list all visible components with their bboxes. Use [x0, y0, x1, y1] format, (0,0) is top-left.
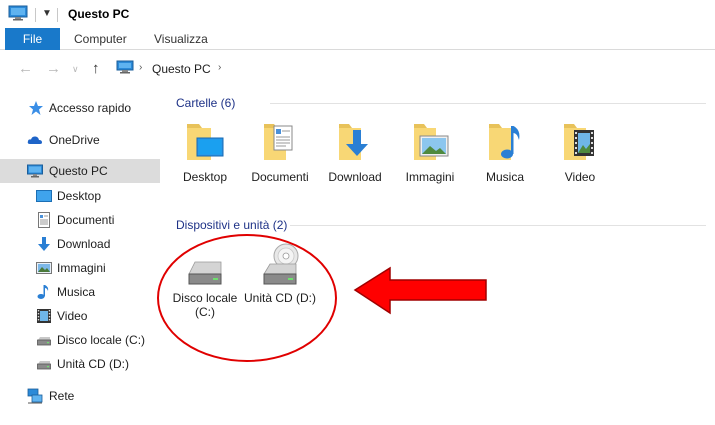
- devices-section-header[interactable]: Dispositivi e unità (2): [176, 218, 287, 232]
- computer-icon: [8, 5, 28, 21]
- divider: [35, 8, 36, 22]
- address-bar: ← → ∨ ↑ › Questo PC ›: [0, 50, 715, 86]
- sidebar-item-label: Accesso rapido: [49, 101, 132, 115]
- desktop-icon: [36, 190, 52, 202]
- annotation-arrow: [353, 266, 487, 315]
- folder-musica[interactable]: Musica: [469, 118, 541, 208]
- drive-label-line: (C:): [195, 305, 215, 319]
- sidebar-item-accesso-rapido[interactable]: Accesso rapido: [0, 96, 160, 120]
- forward-arrow-icon[interactable]: →: [46, 60, 61, 77]
- sidebar-item-label: Desktop: [57, 189, 102, 203]
- star-icon: [29, 101, 43, 115]
- cd-drive-icon: [263, 243, 299, 285]
- sidebar-item-musica[interactable]: Musica: [0, 280, 160, 304]
- video-folder-icon: [564, 124, 594, 160]
- document-icon: [38, 212, 50, 228]
- folders-section-header[interactable]: Cartelle (6): [176, 96, 235, 110]
- breadcrumb-chevron-icon[interactable]: ›: [218, 62, 221, 73]
- sidebar-item-label: Immagini: [57, 261, 106, 275]
- sidebar-item-download[interactable]: Download: [0, 232, 160, 256]
- up-arrow-icon[interactable]: ↑: [92, 60, 100, 77]
- sidebar-item-label: Musica: [57, 285, 96, 299]
- music-icon: [37, 285, 49, 299]
- folder-label: Immagini: [405, 170, 455, 184]
- breadcrumb-chevron-icon[interactable]: ›: [139, 62, 142, 73]
- cloud-icon: [27, 136, 42, 144]
- computer-icon: [116, 60, 134, 74]
- tab-file[interactable]: File: [5, 28, 60, 50]
- sidebar-item-onedrive[interactable]: OneDrive: [0, 128, 160, 152]
- folder-label: Desktop: [182, 170, 228, 184]
- sidebar-item-disco-locale[interactable]: Disco locale (C:): [0, 328, 160, 352]
- navigation-pane: Accesso rapido OneDrive Questo PC Deskto…: [0, 86, 160, 425]
- folder-video[interactable]: Video: [544, 118, 616, 208]
- sidebar-item-rete[interactable]: Rete: [0, 384, 160, 408]
- sidebar-item-unita-cd[interactable]: Unità CD (D:): [0, 352, 160, 376]
- sidebar-item-immagini[interactable]: Immagini: [0, 256, 160, 280]
- video-icon: [37, 309, 51, 323]
- download-icon: [38, 237, 50, 251]
- sidebar-item-documenti[interactable]: Documenti: [0, 208, 160, 232]
- folder-label: Documenti: [251, 170, 309, 184]
- recent-locations-chevron-icon[interactable]: ∨: [72, 64, 79, 75]
- window-title: Questo PC: [68, 7, 130, 21]
- folder-desktop[interactable]: Desktop: [169, 118, 241, 208]
- sidebar-item-desktop[interactable]: Desktop: [0, 184, 160, 208]
- desktop-folder-icon: [187, 124, 224, 160]
- sidebar-item-label: Documenti: [57, 213, 115, 227]
- back-arrow-icon[interactable]: ←: [18, 60, 33, 77]
- title-bar: ▼ Questo PC: [0, 0, 715, 28]
- folder-label: Musica: [485, 170, 524, 184]
- drive-label-line: Disco locale: [172, 291, 238, 305]
- drive-label: Disco locale (C:): [165, 291, 245, 319]
- divider: [57, 8, 58, 22]
- sidebar-item-questo-pc[interactable]: Questo PC: [0, 159, 160, 183]
- folder-immagini[interactable]: Immagini: [394, 118, 466, 208]
- hard-drive-icon: [188, 261, 222, 285]
- sidebar-item-label: Unità CD (D:): [57, 357, 130, 371]
- pictures-icon: [36, 262, 52, 274]
- sidebar-item-label: OneDrive: [49, 133, 100, 147]
- pictures-folder-icon: [414, 124, 449, 160]
- tab-computer[interactable]: Computer: [74, 28, 127, 50]
- ribbon-tabs: File Computer Visualizza: [0, 28, 715, 50]
- computer-icon: [27, 164, 43, 178]
- drive-label-line: Unità CD (D:): [243, 291, 316, 305]
- folder-documenti[interactable]: Documenti: [244, 118, 316, 208]
- network-icon: [27, 388, 43, 404]
- cd-drive-icon: [37, 361, 51, 370]
- folder-download[interactable]: Download: [319, 118, 391, 208]
- folder-label: Video: [564, 170, 596, 184]
- tab-visualizza[interactable]: Visualizza: [154, 28, 208, 50]
- sidebar-item-video[interactable]: Video: [0, 304, 160, 328]
- download-folder-icon: [339, 124, 368, 160]
- divider: [270, 103, 706, 104]
- sidebar-item-label: Disco locale (C:): [57, 333, 146, 347]
- sidebar-item-label: Rete: [49, 389, 75, 403]
- sidebar-item-label: Download: [57, 237, 111, 251]
- music-folder-icon: [489, 124, 520, 160]
- breadcrumb[interactable]: Questo PC: [152, 62, 211, 76]
- drive-label: Unità CD (D:): [240, 291, 320, 305]
- sidebar-item-label: Questo PC: [49, 164, 108, 178]
- divider: [290, 225, 706, 226]
- drive-unita-cd[interactable]: Unità CD (D:): [240, 242, 320, 312]
- quick-access-toolbar-dropdown-icon[interactable]: ▼: [42, 8, 52, 19]
- documents-folder-icon: [264, 124, 293, 160]
- hard-drive-icon: [37, 337, 51, 346]
- folder-label: Download: [328, 170, 382, 184]
- sidebar-item-label: Video: [57, 309, 88, 323]
- drive-disco-locale[interactable]: Disco locale (C:): [165, 254, 245, 324]
